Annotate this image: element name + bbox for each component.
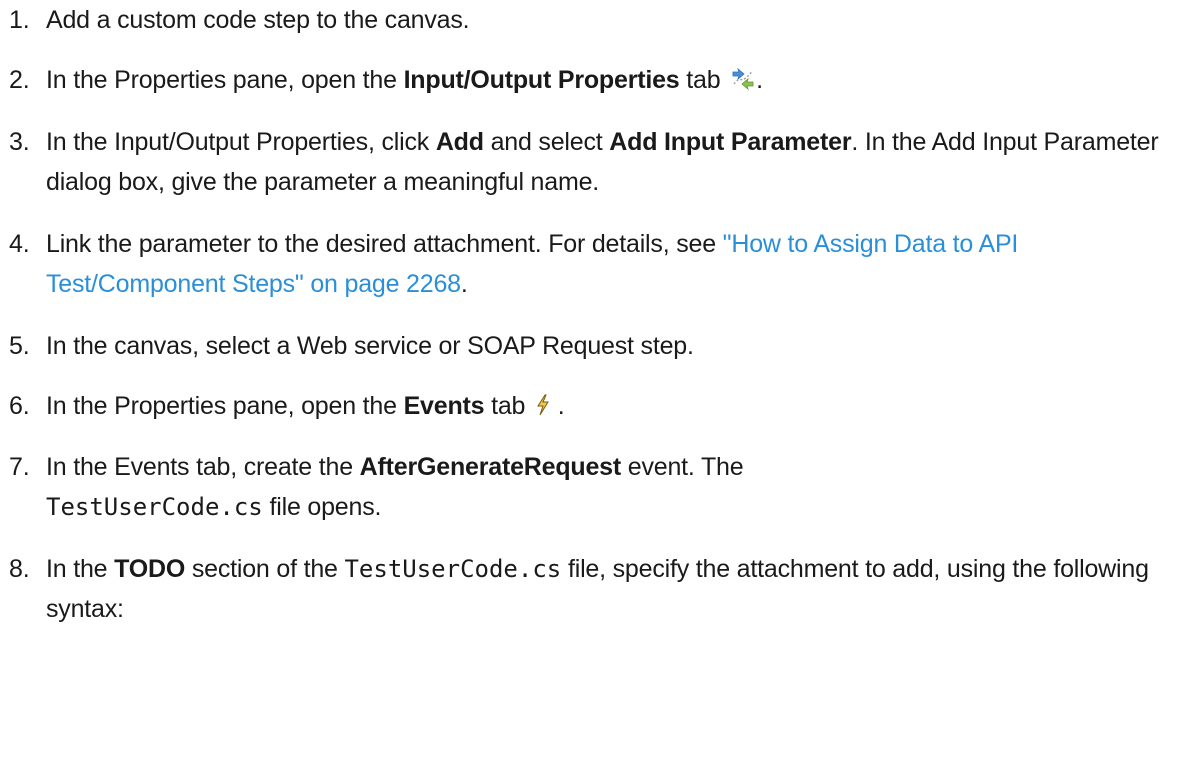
ui-term-aftergeneraterequest: AfterGenerateRequest xyxy=(359,453,622,481)
step-text-part: tab xyxy=(679,66,728,94)
ui-term-add-input-parameter: Add Input Parameter xyxy=(609,128,852,156)
file-name-code: TestUserCode.cs xyxy=(344,555,562,583)
step-number: 4. xyxy=(9,230,30,258)
step-text: In the canvas, select a Web service or S… xyxy=(46,326,1166,366)
step-6: 6. In the Properties pane, open the Even… xyxy=(9,386,1169,428)
ui-term-add: Add xyxy=(435,128,484,156)
step-2: 2. In the Properties pane, open the Inpu… xyxy=(9,60,1169,102)
step-text: In the Properties pane, open the Input/O… xyxy=(46,60,1166,102)
file-name-code: TestUserCode.cs xyxy=(46,493,263,521)
input-output-properties-icon xyxy=(730,62,756,102)
step-text-part: . xyxy=(551,392,565,420)
step-text: In the Input/Output Properties, click Ad… xyxy=(46,122,1166,202)
step-text-part: . xyxy=(460,270,468,298)
step-number: 5. xyxy=(9,332,30,360)
step-7: 7. In the Events tab, create the AfterGe… xyxy=(9,447,1169,527)
step-text-part: In the Input/Output Properties, click xyxy=(46,128,436,156)
step-text-part: In the Events tab, create the xyxy=(46,453,360,481)
ui-term-events: Events xyxy=(403,392,485,420)
step-text: In the Events tab, create the AfterGener… xyxy=(46,447,1166,527)
step-text-part: Link the parameter to the desired attach… xyxy=(46,230,723,258)
step-text-part: Add a custom code step to the canvas. xyxy=(46,6,470,34)
step-text-part: tab xyxy=(484,392,533,420)
step-text-part: In the Properties pane, open the xyxy=(46,66,404,94)
ui-term-input-output-properties: Input/Output Properties xyxy=(403,66,680,94)
step-text-part: and select xyxy=(483,128,610,156)
step-4: 4. Link the parameter to the desired att… xyxy=(9,224,1169,304)
step-number: 7. xyxy=(9,453,30,481)
step-text-part: In the canvas, select a Web service or S… xyxy=(46,332,694,360)
step-number: 2. xyxy=(9,66,30,94)
ui-term-todo: TODO xyxy=(114,555,186,583)
step-text-part: event. The xyxy=(621,453,744,481)
step-text-part: . xyxy=(756,66,763,94)
step-text-part: section of the xyxy=(185,555,345,583)
step-5: 5. In the canvas, select a Web service o… xyxy=(9,326,1169,366)
step-8: 8. In the TODO section of the TestUserCo… xyxy=(9,549,1169,629)
step-text-part: In the xyxy=(46,555,115,583)
step-number: 1. xyxy=(9,6,30,34)
step-text: Link the parameter to the desired attach… xyxy=(46,224,1166,304)
step-text-part: In the Properties pane, open the xyxy=(46,392,404,420)
step-number: 6. xyxy=(9,392,30,420)
step-number: 8. xyxy=(9,555,30,583)
step-1: 1. Add a custom code step to the canvas. xyxy=(9,0,1169,40)
step-text: In the TODO section of the TestUserCode.… xyxy=(46,549,1166,629)
step-text: In the Properties pane, open the Events … xyxy=(46,386,1166,428)
step-text-part: file opens. xyxy=(262,493,382,521)
step-text: Add a custom code step to the canvas. xyxy=(46,0,1166,40)
lightning-events-icon xyxy=(535,388,551,428)
step-3: 3. In the Input/Output Properties, click… xyxy=(9,122,1169,202)
step-number: 3. xyxy=(9,128,30,156)
